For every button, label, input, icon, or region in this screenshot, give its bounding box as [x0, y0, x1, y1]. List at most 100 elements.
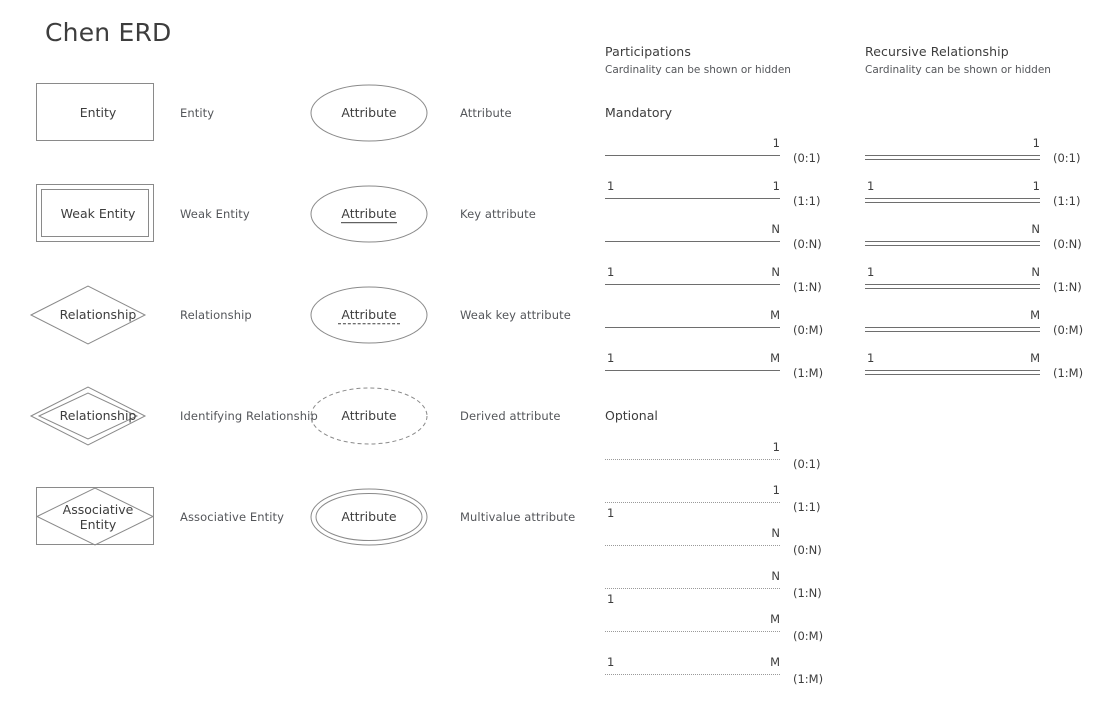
- right-cardinality: N: [771, 569, 780, 583]
- recursive-row-0-1: 1 (0:1): [865, 129, 1095, 173]
- participation-line: [605, 674, 780, 675]
- left-cardinality: 1: [607, 351, 615, 365]
- recursive-row-1-n: 1 N (1:N): [865, 258, 1095, 302]
- recursive-line: [865, 241, 1040, 246]
- left-cardinality: 1: [867, 351, 875, 365]
- optional-row-0-m: M (0:M): [605, 605, 835, 649]
- right-cardinality: M: [770, 308, 780, 322]
- mandatory-row-1-n: 1 N (1:N): [605, 258, 835, 302]
- right-cardinality: N: [1031, 265, 1040, 279]
- recursive-line: [865, 284, 1040, 289]
- participation-line: [605, 631, 780, 632]
- legend-row-key-attribute: Attribute Key attribute: [308, 183, 536, 245]
- left-cardinality: 1: [867, 179, 875, 193]
- rectangle-shape: [36, 83, 154, 141]
- optional-heading: Optional: [605, 408, 658, 423]
- shape-identifying-relationship: Relationship: [28, 385, 168, 447]
- mandatory-row-0-n: N (0:N): [605, 215, 835, 259]
- recursive-heading: Recursive Relationship: [865, 44, 1009, 59]
- page-title: Chen ERD: [45, 18, 172, 47]
- legend-label-entity: Entity: [180, 106, 215, 120]
- participations-subheading: Cardinality can be shown or hidden: [605, 64, 791, 76]
- legend-label-weak-key-attribute: Weak key attribute: [460, 308, 571, 322]
- legend-row-entity: Entity Entity: [28, 82, 214, 144]
- optional-row-0-n: N (0:N): [605, 519, 835, 563]
- optional-row-1-n: 1 N (1:N): [605, 562, 835, 606]
- ellipse-shape: [310, 84, 428, 142]
- legend-label-relationship: Relationship: [180, 308, 252, 322]
- right-cardinality: M: [770, 351, 780, 365]
- double-diamond-shape: [29, 386, 147, 446]
- participation-line: [605, 588, 780, 589]
- left-cardinality: 1: [607, 179, 615, 193]
- right-cardinality: 1: [772, 440, 780, 454]
- optional-row-1-m: 1 M (1:M): [605, 648, 835, 692]
- shape-multivalue-attribute: Attribute: [308, 486, 448, 548]
- cardinality-label: (0:M): [1053, 323, 1084, 337]
- recursive-row-0-m: M (0:M): [865, 301, 1095, 345]
- recursive-line: [865, 370, 1040, 375]
- participation-line: [605, 155, 780, 156]
- legend-row-weak-entity: Weak Entity Weak Entity: [28, 183, 250, 245]
- participation-line: [605, 284, 780, 285]
- left-cardinality: 1: [607, 506, 615, 520]
- legend-label-attribute: Attribute: [460, 106, 512, 120]
- left-cardinality: 1: [867, 265, 875, 279]
- left-cardinality: 1: [607, 265, 615, 279]
- legend-row-identifying-relationship: Relationship Identifying Relationship: [28, 385, 318, 447]
- legend-row-attribute: Attribute Attribute: [308, 82, 512, 144]
- legend-row-derived-attribute: Attribute Derived attribute: [308, 385, 561, 447]
- participation-line: [605, 502, 780, 503]
- cardinality-label: (1:M): [1053, 366, 1084, 380]
- shape-relationship: Relationship: [28, 284, 168, 346]
- cardinality-label: (0:N): [793, 237, 822, 251]
- right-cardinality: M: [770, 612, 780, 626]
- legend-row-multivalue-attribute: Attribute Multivalue attribute: [308, 486, 575, 548]
- double-ellipse-shape: [310, 488, 428, 546]
- recursive-row-0-n: N (0:N): [865, 215, 1095, 259]
- cardinality-label: (0:N): [1053, 237, 1082, 251]
- cardinality-label: (0:M): [793, 629, 824, 643]
- cardinality-label: (1:M): [793, 672, 824, 686]
- participation-line: [605, 545, 780, 546]
- cardinality-label: (0:N): [793, 543, 822, 557]
- right-cardinality: N: [1031, 222, 1040, 236]
- right-cardinality: N: [771, 265, 780, 279]
- participation-line: [605, 459, 780, 460]
- cardinality-label: (1:1): [793, 500, 821, 514]
- legend-row-relationship: Relationship Relationship: [28, 284, 252, 346]
- recursive-line: [865, 198, 1040, 203]
- legend-label-multivalue-attribute: Multivalue attribute: [460, 510, 576, 524]
- right-cardinality: N: [771, 526, 780, 540]
- right-cardinality: M: [770, 655, 780, 669]
- double-rectangle-shape: [36, 184, 154, 242]
- recursive-row-1-m: 1 M (1:M): [865, 344, 1095, 388]
- mandatory-row-1-1: 1 1 (1:1): [605, 172, 835, 216]
- mandatory-row-0-m: M (0:M): [605, 301, 835, 345]
- mandatory-row-1-m: 1 M (1:M): [605, 344, 835, 388]
- legend-label-associative-entity: Associative Entity: [180, 510, 285, 524]
- right-cardinality: N: [771, 222, 780, 236]
- right-cardinality: M: [1030, 308, 1040, 322]
- participation-line: [605, 241, 780, 242]
- cardinality-label: (0:M): [793, 323, 824, 337]
- optional-row-1-1: 1 1 (1:1): [605, 476, 835, 520]
- shape-associative-entity: Associative Entity: [28, 486, 168, 548]
- dashed-ellipse-shape: [310, 387, 428, 445]
- shape-weak-entity: Weak Entity: [28, 183, 168, 245]
- left-cardinality: 1: [607, 655, 615, 669]
- legend-row-weak-key-attribute: Attribute Weak key attribute: [308, 284, 571, 346]
- cardinality-label: (0:1): [793, 457, 821, 471]
- mandatory-row-0-1: 1 (0:1): [605, 129, 835, 173]
- recursive-subheading: Cardinality can be shown or hidden: [865, 64, 1051, 76]
- legend-label-derived-attribute: Derived attribute: [460, 409, 561, 423]
- right-cardinality: 1: [772, 179, 780, 193]
- participation-line: [605, 327, 780, 328]
- recursive-line: [865, 155, 1040, 160]
- participations-heading: Participations: [605, 44, 691, 59]
- right-cardinality: 1: [1032, 179, 1040, 193]
- left-cardinality: 1: [607, 592, 615, 606]
- legend-label-weak-entity: Weak Entity: [180, 207, 250, 221]
- legend-row-associative-entity: Associative Entity Associative Entity: [28, 486, 284, 548]
- cardinality-label: (1:1): [793, 194, 821, 208]
